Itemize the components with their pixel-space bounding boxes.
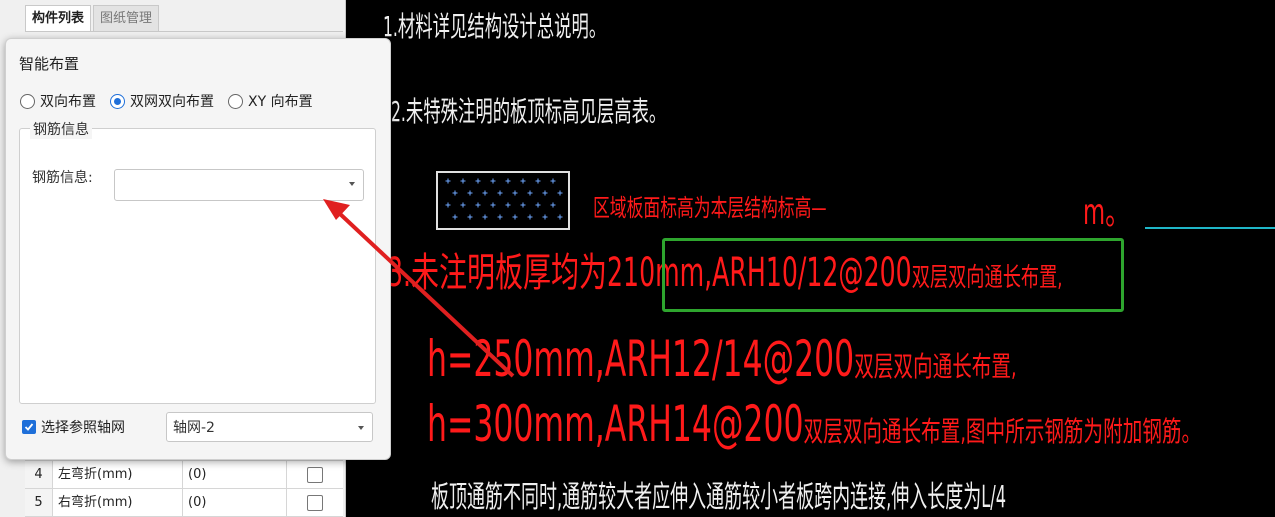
radio-bidirectional[interactable]: 双向布置 <box>20 91 96 111</box>
radio-dot <box>114 97 121 105</box>
h250-spec: h=250mm,ARH12/14@200 <box>427 330 855 388</box>
hatch-cross <box>497 214 503 220</box>
axis-grid-combobox[interactable]: 轴网-2 <box>166 412 373 442</box>
property-checkbox[interactable] <box>287 461 343 488</box>
hatch-cross <box>467 190 473 196</box>
hatch-cross <box>505 178 511 184</box>
hatch-cross <box>512 214 518 220</box>
note-h250: h=250mm,ARH12/14@200双层双向通长布置, <box>427 330 1017 388</box>
rebar-field-label: 钢筋信息: <box>32 170 93 186</box>
cad-drawing-canvas[interactable]: 1.材料详见结构设计总说明。 2.未特殊注明的板顶标高见层高表。 区域板面标高为… <box>345 0 1275 517</box>
radio-label: 双向布置 <box>40 94 96 110</box>
dropdown-caret-icon[interactable] <box>358 426 364 430</box>
property-name: 右弯折(mm) <box>53 489 183 516</box>
row-number: 5 <box>25 489 53 516</box>
elevation-underline <box>1145 227 1275 229</box>
hatch-cross <box>445 178 451 184</box>
hatch-cross <box>520 178 526 184</box>
unit-label: m。 <box>1083 192 1131 233</box>
tab-component-list[interactable]: 构件列表 <box>25 5 92 32</box>
note-materials: 1.材料详见结构设计总说明。 <box>383 10 607 43</box>
radio-checked-icon[interactable] <box>110 93 125 109</box>
hatch-cross <box>535 202 541 208</box>
panel-tabs: 构件列表 图纸管理 <box>25 5 161 32</box>
hatch-cross <box>467 214 473 220</box>
hatch-cross <box>497 190 503 196</box>
hatch-cross <box>557 214 563 220</box>
highlight-box <box>662 238 1124 312</box>
tab-drawing-management[interactable]: 图纸管理 <box>93 5 160 32</box>
row-number: 4 <box>25 461 53 488</box>
radio-xy-direction[interactable]: XY 向布置 <box>228 91 313 111</box>
hatch-cross <box>542 214 548 220</box>
radio-label: XY 向布置 <box>248 94 313 110</box>
checkbox-icon[interactable] <box>307 494 323 511</box>
checkbox-checked-icon[interactable] <box>22 420 36 434</box>
hatch-cross <box>542 190 548 196</box>
hatch-cross <box>475 202 481 208</box>
hatch-cross <box>475 178 481 184</box>
table-row[interactable]: 5 右弯折(mm) (0) <box>25 489 343 517</box>
property-grid: 4 左弯折(mm) (0) 5 右弯折(mm) (0) <box>25 460 343 517</box>
hatch-cross <box>482 214 488 220</box>
radio-label: 双网双向布置 <box>130 94 214 110</box>
hatch-cross <box>445 202 451 208</box>
property-checkbox[interactable] <box>287 489 343 516</box>
hatch-cross <box>512 190 518 196</box>
hatch-cross <box>505 202 511 208</box>
rebar-info-group: 钢筋信息 钢筋信息: <box>19 119 376 404</box>
property-name: 左弯折(mm) <box>53 461 183 488</box>
property-value[interactable]: (0) <box>183 461 287 488</box>
hatch-legend-box <box>436 171 570 230</box>
dropdown-caret-icon[interactable] <box>349 182 355 186</box>
h300-spec: h=300mm,ARH14@200 <box>427 395 804 453</box>
radio-double-net-bidirectional[interactable]: 双网双向布置 <box>110 91 214 111</box>
hatch-cross <box>460 178 466 184</box>
group-legend: 钢筋信息 <box>30 119 92 139</box>
radio-unchecked-icon[interactable] <box>228 93 243 109</box>
checkbox-icon[interactable] <box>307 466 323 483</box>
hatch-cross <box>490 178 496 184</box>
h300-suffix: 双层双向通长布置,图中所示钢筋为附加钢筋。 <box>803 415 1202 448</box>
hatch-cross <box>550 202 556 208</box>
hatch-cross <box>452 190 458 196</box>
smart-layout-dialog: 智能布置 双向布置 双网双向布置 XY 向布置 钢筋信息 钢筋信息: 选择参照轴… <box>5 38 391 460</box>
hatch-cross <box>460 202 466 208</box>
hatch-cross <box>535 178 541 184</box>
note-h300: h=300mm,ARH14@200双层双向通长布置,图中所示钢筋为附加钢筋。 <box>427 395 1201 453</box>
property-value[interactable]: (0) <box>183 489 287 516</box>
note-slab-elevation: 2.未特殊注明的板顶标高见层高表。 <box>391 95 667 128</box>
hatch-cross <box>482 190 488 196</box>
rebar-info-combobox[interactable] <box>114 169 364 201</box>
select-axis-grid-checkbox[interactable]: 选择参照轴网 <box>22 417 125 437</box>
axis-value: 轴网-2 <box>173 420 215 436</box>
hatch-cross <box>520 202 526 208</box>
h250-suffix: 双层双向通长布置, <box>854 350 1017 383</box>
table-row[interactable]: 4 左弯折(mm) (0) <box>25 461 343 489</box>
radio-unchecked-icon[interactable] <box>20 93 35 109</box>
hatch-pattern <box>445 178 563 220</box>
hatch-cross <box>557 190 563 196</box>
hatch-cross <box>490 202 496 208</box>
hatch-cross <box>550 178 556 184</box>
hatch-cross <box>452 214 458 220</box>
hatch-cross <box>527 214 533 220</box>
note-rebar-lap: 板顶通筋不同时,通筋较大者应伸入通筋较小者板跨内连接,伸入长度为L/4 <box>431 480 1007 515</box>
hatch-cross <box>527 190 533 196</box>
checkbox-label: 选择参照轴网 <box>41 420 125 436</box>
tab-divider <box>25 31 343 32</box>
layout-mode-radio-group: 双向布置 双网双向布置 XY 向布置 <box>20 91 327 111</box>
region-elevation-label: 区域板面标高为本层结构标高— <box>593 194 827 222</box>
note3-prefix: 3.未注明板厚均为210mm <box>387 250 705 296</box>
dialog-title: 智能布置 <box>19 55 80 73</box>
